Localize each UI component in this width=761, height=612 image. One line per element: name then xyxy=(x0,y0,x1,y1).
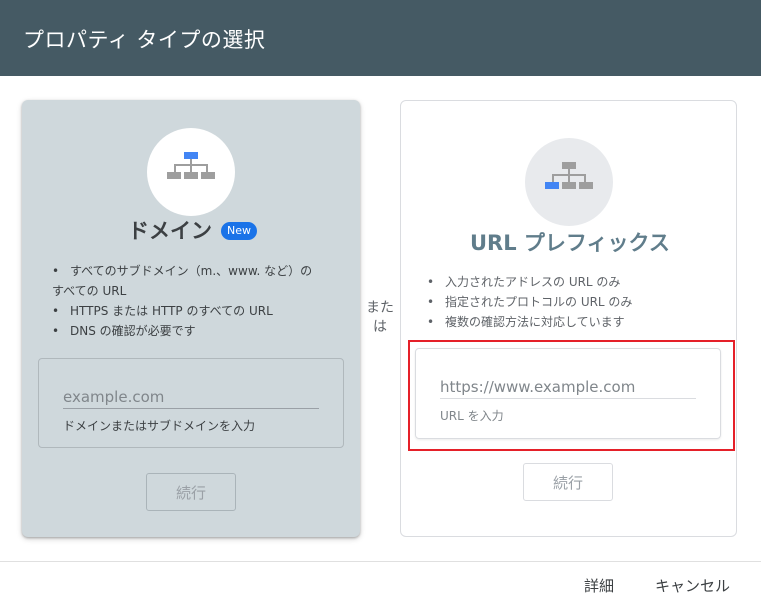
url-icon-circle xyxy=(525,138,613,226)
domain-input-help: ドメインまたはサブドメインを入力 xyxy=(63,419,256,433)
url-input-help: URL を入力 xyxy=(440,409,504,423)
domain-input-box: ドメインまたはサブドメインを入力 xyxy=(38,358,344,448)
domain-input[interactable] xyxy=(63,385,319,409)
url-input[interactable] xyxy=(440,375,696,399)
domain-property-card[interactable]: ドメイン New すべてのサブドメイン（m.、www. など）の すべての UR… xyxy=(22,100,360,537)
feature-item: 指定されたプロトコルの URL のみ xyxy=(427,292,727,312)
feature-text: 指定されたプロトコルの URL のみ xyxy=(445,295,633,309)
url-prefix-property-card[interactable]: URL プレフィックス 入力されたアドレスの URL のみ 指定されたプロトコル… xyxy=(400,100,737,537)
dialog-header: プロパティ タイプの選択 xyxy=(0,0,761,76)
new-badge: New xyxy=(221,222,257,240)
cancel-button[interactable]: キャンセル xyxy=(655,575,730,597)
dialog-title: プロパティ タイプの選択 xyxy=(23,28,266,52)
domain-card-title: ドメイン xyxy=(128,219,212,243)
feature-text: 入力されたアドレスの URL のみ xyxy=(445,275,621,289)
feature-text: DNS の確認が必要です xyxy=(70,324,196,338)
feature-text: HTTPS または HTTP のすべての URL xyxy=(70,304,273,318)
property-type-dialog: プロパティ タイプの選択 ドメイン New すべてのサブドメイン（m.、www.… xyxy=(0,0,761,612)
feature-item: 入力されたアドレスの URL のみ xyxy=(427,272,727,292)
or-text-part: また xyxy=(366,300,394,316)
footer-divider xyxy=(0,561,761,562)
url-card-title: URL プレフィックス xyxy=(470,231,670,255)
url-feature-list: 入力されたアドレスの URL のみ 指定されたプロトコルの URL のみ 複数の… xyxy=(427,272,727,332)
domain-feature-list: すべてのサブドメイン（m.、www. など）の すべての URL HTTPS ま… xyxy=(52,261,352,341)
feature-item: 複数の確認方法に対応しています xyxy=(427,312,727,332)
feature-text: すべてのサブドメイン（m.、www. など）の xyxy=(70,264,313,278)
url-input-box: URL を入力 xyxy=(415,348,721,439)
feature-item: HTTPS または HTTP のすべての URL xyxy=(52,301,352,321)
feature-text-cont: すべての URL xyxy=(52,284,127,298)
sitemap-icon xyxy=(545,162,593,189)
sitemap-icon xyxy=(167,152,215,179)
domain-continue-button[interactable]: 続行 xyxy=(146,473,236,511)
feature-text: 複数の確認方法に対応しています xyxy=(445,315,625,329)
feature-item: すべてのサブドメイン（m.、www. など）の すべての URL xyxy=(52,261,352,301)
or-separator: また は xyxy=(364,299,396,337)
or-text-part: は xyxy=(373,319,387,335)
feature-item: DNS の確認が必要です xyxy=(52,321,352,341)
url-continue-button[interactable]: 続行 xyxy=(523,463,613,501)
domain-icon-circle xyxy=(147,128,235,216)
details-button[interactable]: 詳細 xyxy=(584,575,614,597)
